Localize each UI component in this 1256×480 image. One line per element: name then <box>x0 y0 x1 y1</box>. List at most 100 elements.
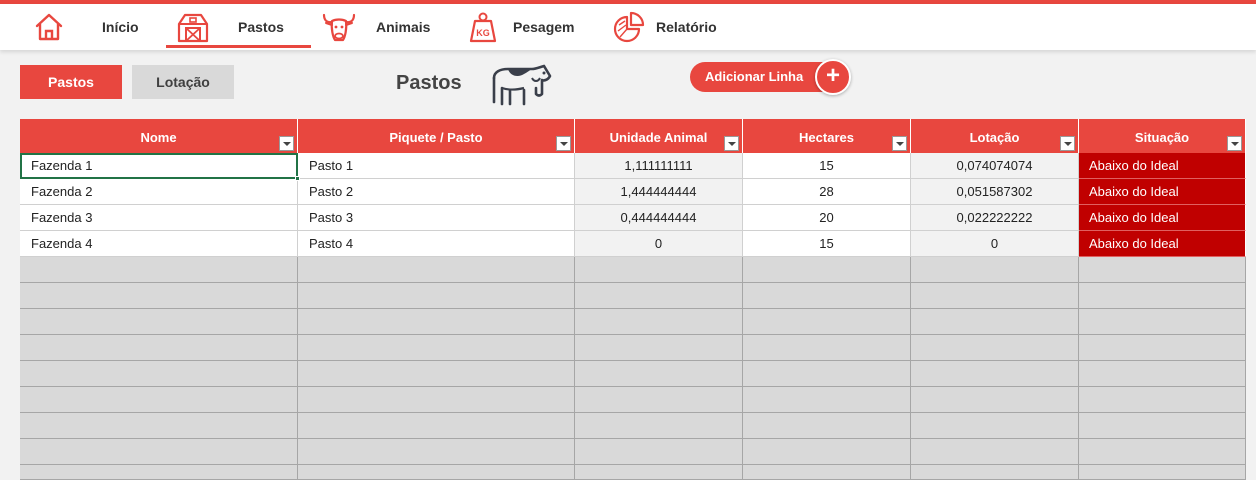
empty-cell[interactable] <box>911 361 1079 387</box>
empty-cell[interactable] <box>298 309 575 335</box>
empty-cell[interactable] <box>911 387 1079 413</box>
empty-cell[interactable] <box>298 283 575 309</box>
empty-cell[interactable] <box>20 361 298 387</box>
empty-cell[interactable] <box>20 439 298 465</box>
cell-unidade-animal[interactable]: 1,444444444 <box>575 179 743 205</box>
col-header-label: Lotação <box>969 129 1020 145</box>
empty-cell[interactable] <box>1079 309 1246 335</box>
nav-item-pesagem[interactable]: KG Pesagem <box>469 4 574 50</box>
cell-situacao[interactable]: Abaixo do Ideal <box>1079 231 1246 257</box>
empty-cell[interactable] <box>298 465 575 480</box>
nav-label-animais: Animais <box>376 19 431 35</box>
cell-piquete[interactable]: Pasto 3 <box>298 205 575 231</box>
pastos-button[interactable]: Pastos <box>20 65 122 99</box>
nav-item-inicio[interactable]: Início <box>33 4 139 50</box>
col-header-piquete: Piquete / Pasto <box>298 119 575 153</box>
empty-cell[interactable] <box>1079 283 1246 309</box>
empty-cell[interactable] <box>911 413 1079 439</box>
col-header-unidade-animal: Unidade Animal <box>575 119 743 153</box>
add-row-button[interactable]: Adicionar Linha + <box>690 59 851 95</box>
col-header-label: Hectares <box>799 129 854 145</box>
empty-cell[interactable] <box>20 465 298 480</box>
cell-nome[interactable]: Fazenda 2 <box>20 179 298 205</box>
empty-cell[interactable] <box>1079 439 1246 465</box>
cell-nome[interactable]: Fazenda 3 <box>20 205 298 231</box>
empty-cell[interactable] <box>743 439 911 465</box>
empty-cell[interactable] <box>575 465 743 480</box>
empty-cell[interactable] <box>1079 361 1246 387</box>
cell-nome[interactable]: Fazenda 4 <box>20 231 298 257</box>
empty-cell[interactable] <box>575 439 743 465</box>
filter-dropdown-icon[interactable] <box>279 136 294 151</box>
nav-item-animais[interactable]: Animais <box>321 4 430 50</box>
empty-cell[interactable] <box>1079 257 1246 283</box>
cell-situacao[interactable]: Abaixo do Ideal <box>1079 205 1246 231</box>
cell-situacao[interactable]: Abaixo do Ideal <box>1079 179 1246 205</box>
col-header-hectares: Hectares <box>743 119 911 153</box>
empty-cell[interactable] <box>743 283 911 309</box>
filter-dropdown-icon[interactable] <box>892 136 907 151</box>
empty-cell[interactable] <box>20 413 298 439</box>
empty-cell[interactable] <box>575 283 743 309</box>
empty-cell[interactable] <box>743 361 911 387</box>
empty-cell[interactable] <box>575 413 743 439</box>
empty-cell[interactable] <box>1079 413 1246 439</box>
cell-nome[interactable]: Fazenda 1 <box>20 153 298 179</box>
empty-cell[interactable] <box>911 335 1079 361</box>
empty-cell[interactable] <box>1079 335 1246 361</box>
empty-cell[interactable] <box>20 309 298 335</box>
cell-piquete[interactable]: Pasto 4 <box>298 231 575 257</box>
cell-hectares[interactable]: 28 <box>743 179 911 205</box>
empty-cell[interactable] <box>911 283 1079 309</box>
empty-cell[interactable] <box>20 283 298 309</box>
nav-item-pastos[interactable]: Pastos <box>176 4 284 50</box>
cell-lotacao[interactable]: 0 <box>911 231 1079 257</box>
empty-cell[interactable] <box>911 439 1079 465</box>
empty-cell[interactable] <box>743 257 911 283</box>
empty-cell[interactable] <box>743 413 911 439</box>
empty-cell[interactable] <box>298 439 575 465</box>
cell-piquete[interactable]: Pasto 2 <box>298 179 575 205</box>
filter-dropdown-icon[interactable] <box>1060 136 1075 151</box>
cell-unidade-animal[interactable]: 0,444444444 <box>575 205 743 231</box>
filter-dropdown-icon[interactable] <box>1227 136 1242 151</box>
cell-hectares[interactable]: 15 <box>743 231 911 257</box>
empty-cell[interactable] <box>743 387 911 413</box>
empty-cell[interactable] <box>20 387 298 413</box>
empty-cell[interactable] <box>298 413 575 439</box>
empty-cell[interactable] <box>743 465 911 480</box>
empty-cell[interactable] <box>575 361 743 387</box>
empty-cell[interactable] <box>743 335 911 361</box>
empty-cell[interactable] <box>911 257 1079 283</box>
cell-lotacao[interactable]: 0,022222222 <box>911 205 1079 231</box>
plus-icon[interactable]: + <box>815 59 851 95</box>
cell-lotacao[interactable]: 0,074074074 <box>911 153 1079 179</box>
empty-cell[interactable] <box>575 335 743 361</box>
empty-cell[interactable] <box>743 309 911 335</box>
empty-cell[interactable] <box>298 257 575 283</box>
empty-cell[interactable] <box>20 335 298 361</box>
empty-cell[interactable] <box>911 309 1079 335</box>
cell-unidade-animal[interactable]: 0 <box>575 231 743 257</box>
empty-cell[interactable] <box>298 387 575 413</box>
empty-cell[interactable] <box>298 361 575 387</box>
selection-fill-handle[interactable] <box>295 176 300 181</box>
cell-hectares[interactable]: 20 <box>743 205 911 231</box>
filter-dropdown-icon[interactable] <box>556 136 571 151</box>
empty-cell[interactable] <box>1079 465 1246 480</box>
empty-cell[interactable] <box>575 387 743 413</box>
cell-lotacao[interactable]: 0,051587302 <box>911 179 1079 205</box>
empty-cell[interactable] <box>298 335 575 361</box>
filter-dropdown-icon[interactable] <box>724 136 739 151</box>
nav-item-relatorio[interactable]: Relatório <box>613 4 717 50</box>
empty-cell[interactable] <box>1079 387 1246 413</box>
cell-hectares[interactable]: 15 <box>743 153 911 179</box>
empty-cell[interactable] <box>20 257 298 283</box>
lotacao-button[interactable]: Lotação <box>132 65 234 99</box>
cell-piquete[interactable]: Pasto 1 <box>298 153 575 179</box>
empty-cell[interactable] <box>575 309 743 335</box>
cell-unidade-animal[interactable]: 1,111111111 <box>575 153 743 179</box>
empty-cell[interactable] <box>575 257 743 283</box>
cell-situacao[interactable]: Abaixo do Ideal <box>1079 153 1246 179</box>
empty-cell[interactable] <box>911 465 1079 480</box>
